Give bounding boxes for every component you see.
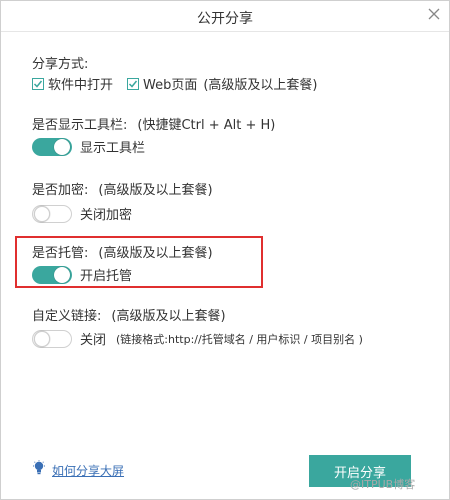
watermark: @ITPUB博客	[350, 478, 416, 491]
custom-link-toggle-row: 关闭 (链接格式:http://托管域名 / 用户标识 / 项目别名 )	[32, 329, 363, 348]
custom-link-toggle[interactable]	[32, 329, 72, 348]
encrypt-toggle-label: 关闭加密	[80, 208, 133, 223]
custom-link-note: (高级版及以上套餐)	[111, 309, 226, 324]
hosting-label: 是否托管: (高级版及以上套餐)	[32, 242, 213, 261]
lightbulb-icon	[32, 460, 46, 480]
web-page-note: (高级版及以上套餐)	[203, 78, 318, 93]
custom-link-toggle-label: 关闭	[80, 333, 107, 348]
checkbox-open-in-software[interactable]	[32, 77, 44, 90]
hosting-toggle-row: 开启托管	[32, 265, 132, 284]
encrypt-label-text: 是否加密:	[32, 183, 89, 198]
encrypt-label: 是否加密: (高级版及以上套餐)	[32, 179, 213, 198]
toolbar-label-text: 是否显示工具栏:	[32, 118, 128, 133]
hosting-toggle-label: 开启托管	[80, 269, 133, 284]
encrypt-toggle-row: 关闭加密	[32, 204, 132, 223]
checkbox-web-page-label: Web页面	[143, 78, 198, 93]
custom-link-format-hint: (链接格式:http://托管域名 / 用户标识 / 项目别名 )	[116, 332, 363, 346]
help-link[interactable]: 如何分享大屏	[52, 462, 124, 479]
share-method-options: 软件中打开 Web页面 (高级版及以上套餐)	[32, 74, 318, 93]
close-icon[interactable]	[425, 5, 443, 23]
toolbar-label: 是否显示工具栏: (快捷键Ctrl + Alt + H)	[32, 114, 275, 133]
checkbox-web-page[interactable]	[127, 77, 140, 90]
share-dialog: 公开分享 分享方式: 软件中打开 Web页面 (高级版及以上套餐) 是否显示工具…	[0, 0, 450, 500]
toolbar-shortcut-note: (快捷键Ctrl + Alt + H)	[137, 118, 276, 133]
help-link-row: 如何分享大屏	[32, 460, 124, 480]
hosting-toggle[interactable]	[32, 265, 72, 284]
toggle-knob	[34, 330, 50, 347]
toggle-knob	[34, 205, 50, 222]
custom-link-label-text: 自定义链接:	[32, 309, 102, 324]
custom-link-label: 自定义链接: (高级版及以上套餐)	[32, 305, 226, 324]
toolbar-toggle-label: 显示工具栏	[80, 141, 146, 156]
toolbar-toggle-row: 显示工具栏	[32, 137, 145, 156]
toolbar-toggle[interactable]	[32, 137, 72, 156]
encrypt-toggle[interactable]	[32, 204, 72, 223]
encrypt-note: (高级版及以上套餐)	[98, 183, 213, 198]
toggle-knob	[54, 266, 70, 283]
toggle-knob	[54, 138, 70, 155]
checkbox-open-in-software-label: 软件中打开	[48, 78, 114, 93]
share-method-label: 分享方式:	[32, 57, 89, 72]
title-divider	[1, 31, 449, 32]
hosting-note: (高级版及以上套餐)	[98, 246, 213, 261]
dialog-title: 公开分享	[197, 11, 253, 27]
hosting-label-text: 是否托管:	[32, 246, 89, 261]
